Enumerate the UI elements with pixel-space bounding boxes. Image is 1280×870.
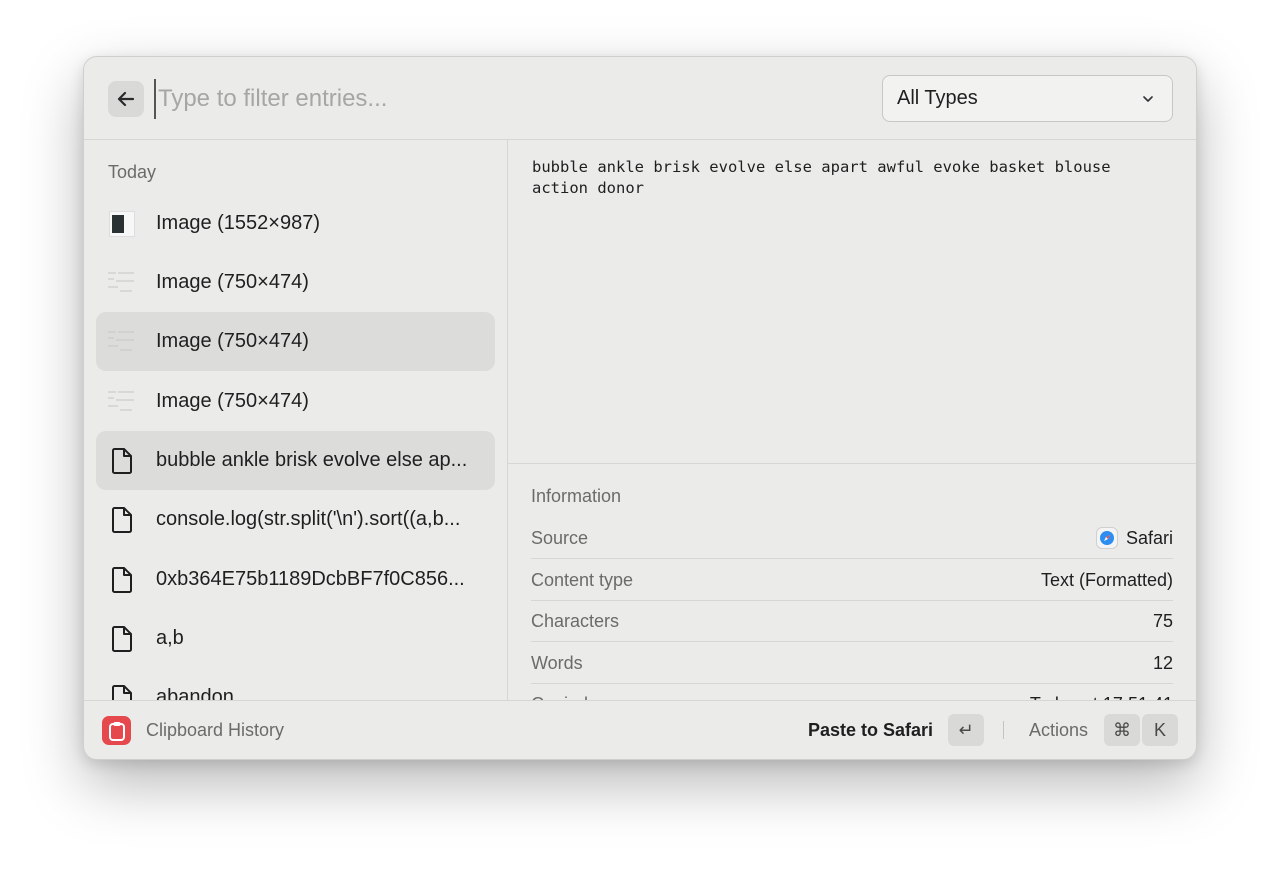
list-item-label: Image (1552×987) (156, 212, 321, 234)
paste-to-safari-button[interactable]: Paste to Safari (808, 720, 933, 741)
info-row-content-type: Content type Text (Formatted) (531, 560, 1173, 601)
list-item-label: Image (750×474) (156, 390, 309, 412)
list-item-label: 0xb364E75b1189DcbBF7f0C856... (156, 568, 465, 590)
footer-bar: Clipboard History Paste to Safari ↵ Acti… (84, 700, 1196, 759)
info-value: Text (Formatted) (1040, 569, 1173, 590)
list-item-selected[interactable]: bubble ankle brisk evolve else ap... (96, 431, 495, 490)
header: All Types (84, 57, 1196, 140)
information-title: Information (531, 486, 622, 506)
list-item[interactable]: a,b (96, 609, 495, 668)
list-item-label: a,b (156, 627, 184, 649)
safari-icon (1095, 527, 1118, 549)
info-value-text: Safari (1125, 527, 1173, 548)
list-item-label: console.log(str.split('\n').sort((a,b... (156, 508, 461, 530)
entry-preview-text: bubble ankle brisk evolve else apart awf… (532, 158, 1111, 197)
information-panel: Information Source Safari Content type T… (508, 463, 1196, 702)
list-item-label: bubble ankle brisk evolve else ap... (156, 449, 468, 471)
image-thumbnail (108, 328, 136, 356)
list-item[interactable]: console.log(str.split('\n').sort((a,b... (96, 490, 495, 549)
document-icon (108, 447, 136, 475)
entries-list[interactable]: Today Image (1552×987) Image (750×474) I… (84, 140, 508, 702)
info-key: Characters (531, 610, 620, 631)
document-icon (108, 625, 136, 653)
document-icon (108, 506, 136, 534)
list-item-label: Image (750×474) (156, 271, 309, 293)
chevron-down-icon (1143, 95, 1153, 102)
info-value: Safari (1095, 527, 1173, 549)
type-filter-dropdown[interactable]: All Types (882, 75, 1173, 122)
list-item[interactable]: Image (1552×987) (96, 194, 495, 253)
list-item-hovered[interactable]: Image (750×474) (96, 312, 495, 371)
back-button[interactable] (108, 81, 144, 117)
clipboard-history-window: All Types Today Image (1552×987) Image (… (83, 56, 1197, 760)
list-item[interactable]: abandon (96, 668, 495, 702)
image-thumbnail (108, 269, 136, 297)
image-thumbnail (108, 388, 136, 416)
command-key-badge: ⌘ (1104, 714, 1140, 746)
list-item[interactable]: Image (750×474) (96, 253, 495, 312)
info-key: Content type (531, 569, 634, 590)
search-input[interactable] (154, 79, 774, 119)
footer-divider (1003, 721, 1004, 739)
enter-key-badge: ↵ (948, 714, 984, 746)
arrow-left-icon (117, 91, 135, 107)
info-key: Words (531, 652, 583, 673)
info-row-words: Words 12 (531, 643, 1173, 684)
image-thumbnail (108, 210, 136, 238)
clipboard-icon (102, 716, 131, 745)
info-value: 12 (1152, 652, 1173, 673)
info-value: 75 (1152, 610, 1173, 631)
k-key-badge: K (1142, 714, 1178, 746)
document-icon (108, 566, 136, 594)
footer-app-title: Clipboard History (146, 720, 285, 740)
list-item[interactable]: Image (750×474) (96, 372, 495, 431)
section-title-today: Today (108, 162, 157, 182)
info-key: Source (531, 527, 589, 548)
actions-button[interactable]: Actions (1029, 720, 1088, 741)
info-row-characters: Characters 75 (531, 601, 1173, 642)
type-filter-value: All Types (897, 87, 978, 109)
info-row-source: Source Safari (531, 518, 1173, 559)
list-item-label: Image (750×474) (156, 330, 309, 352)
list-item[interactable]: 0xb364E75b1189DcbBF7f0C856... (96, 550, 495, 609)
